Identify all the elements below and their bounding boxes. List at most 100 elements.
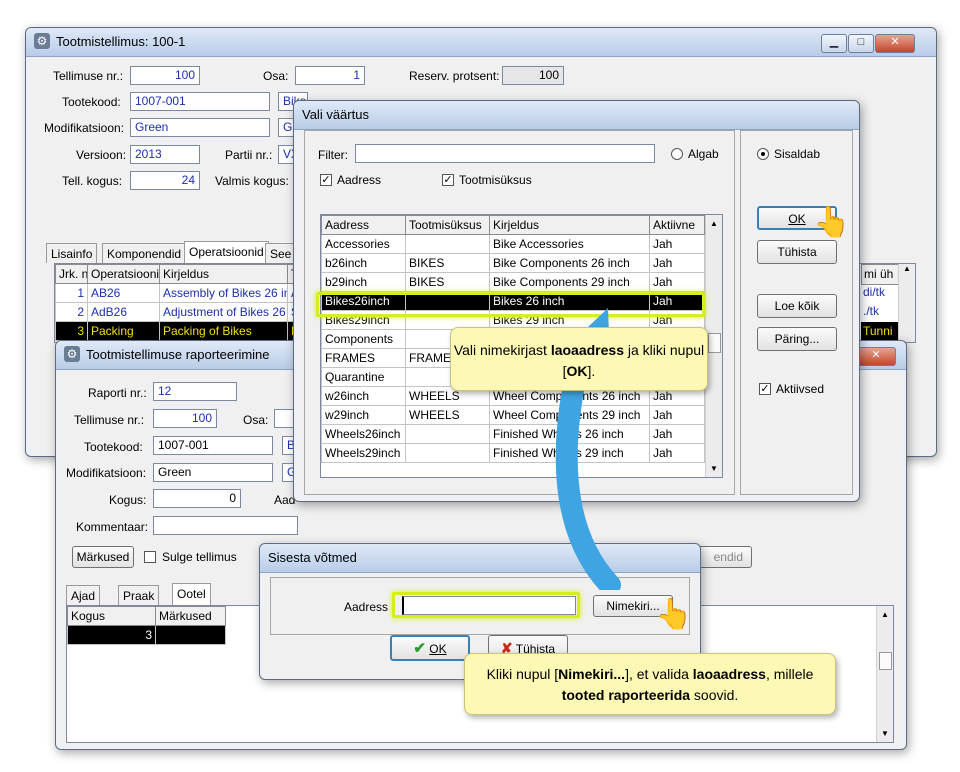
tuhista-button-label: Tühista [777,245,817,259]
raporti-nr-label: Raporti nr.: [88,386,147,400]
tab-ajad[interactable]: Ajad [66,585,101,605]
cell-yksus [405,424,490,444]
tuhista-button[interactable]: Tühista [757,240,837,264]
close-button[interactable]: ✕ [875,34,915,53]
cell-kirjeldus: Assembly of Bikes 26 in [159,283,288,303]
filter-input[interactable] [355,144,655,163]
kommentaar-field[interactable] [153,516,298,535]
minimize-button[interactable]: ▁ [821,34,847,53]
col-tootmisuksus[interactable]: Tootmisüksus [405,215,490,235]
value-dialog-title: Vali väärtus [302,107,369,122]
col-operatsioon[interactable]: Operatsiooni [87,264,160,284]
cell-aadress: Components [321,329,406,349]
modifikatsioon-field[interactable]: Green [130,118,270,137]
report-tootekood-field[interactable]: 1007-001 [153,436,273,455]
cell-aadress: w29inch [321,405,406,425]
cell-yksus: BIKES [405,272,490,292]
cell-aadress: Accessories [321,234,406,254]
tab-komponendid[interactable]: Komponendid [102,243,187,263]
report-modifikatsioon-label: Modifikatsioon: [66,466,147,480]
scroll-down-arrow-icon[interactable]: ▼ [877,729,893,738]
check-icon: ✔ [413,640,426,657]
col-aadress[interactable]: Aadress [321,215,406,235]
aktiivsed-checkbox[interactable]: ✓ [759,383,771,395]
tab-lisainfo[interactable]: Lisainfo [46,243,98,263]
scroll-up-arrow-icon[interactable]: ▲ [706,219,722,228]
scroll-down-arrow-icon[interactable]: ▼ [706,464,722,473]
cell-aadress: b29inch [321,272,406,292]
address-header: Aadress Tootmisüksus Kirjeldus Aktiivne [321,215,705,235]
cell-op: AB26 [87,283,160,303]
cell-aktiivne: Jah [649,405,705,425]
table-row-selected[interactable]: 3 [67,625,226,645]
cell-yksus [405,443,490,463]
cell-yksus [405,234,490,254]
paring-button[interactable]: Päring... [757,327,837,351]
kogus-field[interactable]: 0 [153,489,241,508]
callout-nimekiri: Kliki nupul [Nimekiri...], et valida lao… [464,653,836,715]
col-jrk[interactable]: Jrk. n [55,264,88,284]
tellimuse-nr-field[interactable]: 100 [130,66,200,85]
algab-radio[interactable] [671,148,683,160]
col-aktiivne[interactable]: Aktiivne [649,215,705,235]
tab-operatsioonid[interactable]: Operatsioonid [184,241,269,263]
sulge-tellimus-checkbox[interactable] [144,551,156,563]
tootekood-field[interactable]: 1007-001 [130,92,270,111]
scroll-up-arrow-icon[interactable]: ▲ [877,610,893,619]
callout-bold: tooted raporteerida [561,687,691,703]
scroll-up-arrow-icon[interactable]: ▲ [899,264,915,273]
cell-kirjeldus: Bike Components 26 inch [489,253,650,273]
cell-aadress: FRAMES [321,348,406,368]
keys-dialog-title: Sisesta võtmed [268,550,357,565]
tootmisuksus-checkbox[interactable]: ✓ [442,174,454,186]
modifikatsioon-label: Modifikatsioon: [44,121,125,135]
keys-ok-button[interactable]: ✔ OK [390,635,470,661]
raporti-nr-field[interactable]: 12 [153,382,237,401]
col-markused[interactable]: Märkused [155,606,226,626]
markused-button[interactable]: Märkused [72,546,134,568]
osa-field[interactable]: 1 [295,66,365,85]
tootmisuksus-check-label: Tootmisüksus [459,173,532,187]
main-window-title: Tootmistellimus: 100-1 [56,34,186,49]
scroll-thumb[interactable] [708,333,721,353]
versioon-label: Versioon: [76,148,127,162]
table-row[interactable]: 2 AdB26 Adjustment of Bikes 26 S [55,302,296,322]
col-kirjeldus[interactable]: Kirjeldus [159,264,288,284]
table-row[interactable]: Accessories Bike Accessories Jah [321,234,705,254]
callout-text: , millele [765,666,814,682]
table-row-selected[interactable]: 3 Packing Packing of Bikes P [55,321,296,341]
table-row[interactable]: b26inch BIKES Bike Components 26 inch Jah [321,253,705,273]
cell-aadress: Wheels29inch [321,443,406,463]
report-modifikatsioon-field[interactable]: Green [153,463,273,482]
col-kirjeldus[interactable]: Kirjeldus [489,215,650,235]
cell-yksus: BIKES [405,253,490,273]
table-row[interactable]: Wheels29inch Finished Wheels 29 inch Jah [321,443,705,463]
loe-koik-button[interactable]: Loe kõik [757,294,837,318]
right-col-cell: di/tk [863,285,886,299]
col-kogus[interactable]: Kogus [67,606,156,626]
operations-scrollbar[interactable]: ▲ [898,264,915,342]
tab-ootel[interactable]: Ootel [172,583,211,605]
callout-text: soovid. [690,687,739,703]
pointer-hand-icon: 👆 [655,598,693,631]
table-row[interactable]: 1 AB26 Assembly of Bikes 26 in A [55,283,296,303]
cell-kogus: 3 [67,625,156,645]
scroll-thumb[interactable] [879,652,892,670]
report-close-button[interactable]: ✕ [856,347,896,366]
kommentaar-label: Kommentaar: [76,520,149,534]
tab-praak[interactable]: Praak [118,585,160,605]
table-row[interactable]: b29inch BIKES Bike Components 29 inch Jah [321,272,705,292]
report-tellimuse-nr-field[interactable]: 100 [153,409,217,428]
tootekood-label: Tootekood: [62,95,121,109]
versioon-field[interactable]: 2013 [130,145,200,164]
tab-see[interactable]: See [265,243,297,263]
ootel-scrollbar[interactable]: ▲ ▼ [876,606,893,742]
aktiivsed-label: Aktiivsed [776,382,825,396]
table-row[interactable]: Wheels26inch Finished Wheels 26 inch Jah [321,424,705,444]
maximize-button[interactable]: □ [848,34,874,53]
tell-kogus-field[interactable]: 24 [130,171,200,190]
table-row[interactable]: w29inch WHEELS Wheel Components 29 inch Jah [321,405,705,425]
aadress-checkbox[interactable]: ✓ [320,174,332,186]
cell-kirjeldus: Packing of Bikes [159,321,288,341]
callout-bold: OK [566,363,588,379]
